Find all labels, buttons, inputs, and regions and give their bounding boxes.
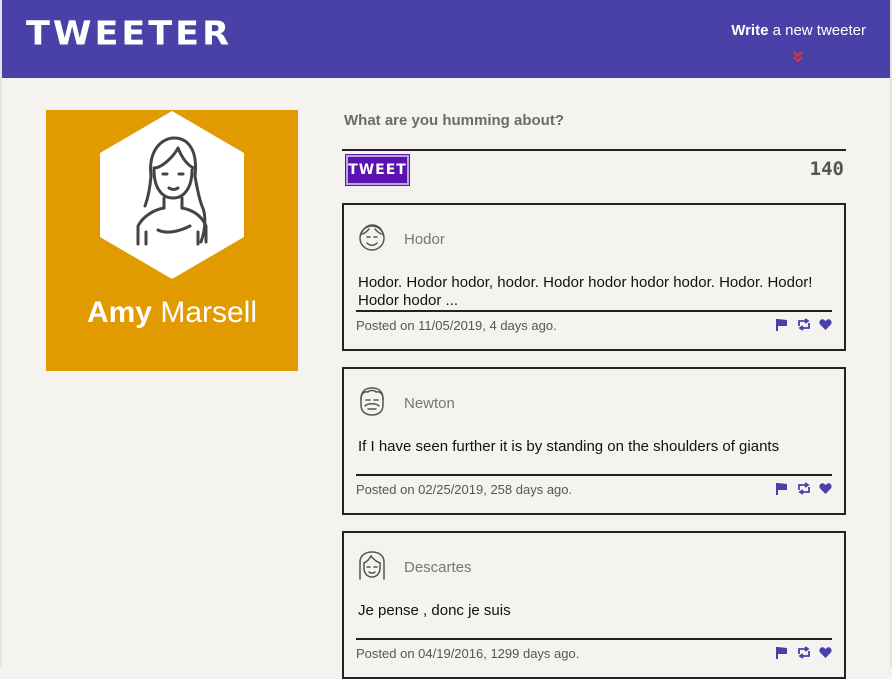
heart-icon[interactable] xyxy=(819,482,832,495)
chevron-down-icon[interactable] xyxy=(792,51,804,65)
heart-icon[interactable] xyxy=(819,318,832,331)
flag-icon[interactable] xyxy=(775,646,788,659)
tweet-actions xyxy=(775,318,832,331)
tweet-text: Hodor. Hodor hodor, hodor. Hodor hodor h… xyxy=(358,274,813,309)
girl-avatar-icon xyxy=(98,110,246,285)
long-hair-avatar-icon xyxy=(356,549,388,586)
tweet-date: Posted on 02/25/2019, 258 days ago. xyxy=(356,482,573,497)
flag-icon[interactable] xyxy=(775,318,788,331)
retweet-icon[interactable] xyxy=(797,646,810,659)
heart-icon[interactable] xyxy=(819,646,832,659)
composer-underline xyxy=(342,149,846,151)
tweet-author[interactable]: Descartes xyxy=(404,559,472,576)
smiling-man-avatar-icon xyxy=(356,221,388,258)
tweet-divider xyxy=(356,638,832,640)
tweet-button[interactable]: TWEET xyxy=(345,154,410,186)
tweet-author[interactable]: Hodor xyxy=(404,231,445,248)
tweet-author[interactable]: Newton xyxy=(404,395,455,412)
profile-card: Amy Marsell xyxy=(46,110,298,371)
profile-name: Amy Marsell xyxy=(46,296,298,330)
tweet-text: Je pense , donc je suis xyxy=(358,602,511,619)
retweet-icon[interactable] xyxy=(797,318,810,331)
tweet-divider xyxy=(356,310,832,312)
profile-last-name: Marsell xyxy=(152,296,258,329)
compose-link-bold: Write xyxy=(731,22,769,39)
tweet-card: Newton If I have seen further it is by s… xyxy=(342,367,846,515)
tweet-card: Descartes Je pense , donc je suis Posted… xyxy=(342,531,846,679)
tweet-text: If I have seen further it is by standing… xyxy=(358,438,780,455)
tweet-actions xyxy=(775,646,832,659)
bearded-man-avatar-icon xyxy=(356,385,388,422)
write-new-tweet-link[interactable]: Write a new tweeter xyxy=(731,22,866,39)
tweet-divider xyxy=(356,474,832,476)
brand-logo[interactable]: TWEETER xyxy=(26,15,232,53)
tweet-card: Hodor Hodor. Hodor hodor, hodor. Hodor h… xyxy=(342,203,846,351)
navbar: TWEETER Write a new tweeter xyxy=(2,0,890,78)
char-counter: 140 xyxy=(809,158,844,180)
flag-icon[interactable] xyxy=(775,482,788,495)
compose-link-rest: a new tweeter xyxy=(768,22,866,39)
tweet-date: Posted on 04/19/2016, 1299 days ago. xyxy=(356,646,580,661)
profile-first-name: Amy xyxy=(86,296,152,329)
tweet-actions xyxy=(775,482,832,495)
tweet-date: Posted on 11/05/2019, 4 days ago. xyxy=(356,318,557,333)
composer-textarea[interactable]: What are you humming about? xyxy=(344,112,564,129)
retweet-icon[interactable] xyxy=(797,482,810,495)
